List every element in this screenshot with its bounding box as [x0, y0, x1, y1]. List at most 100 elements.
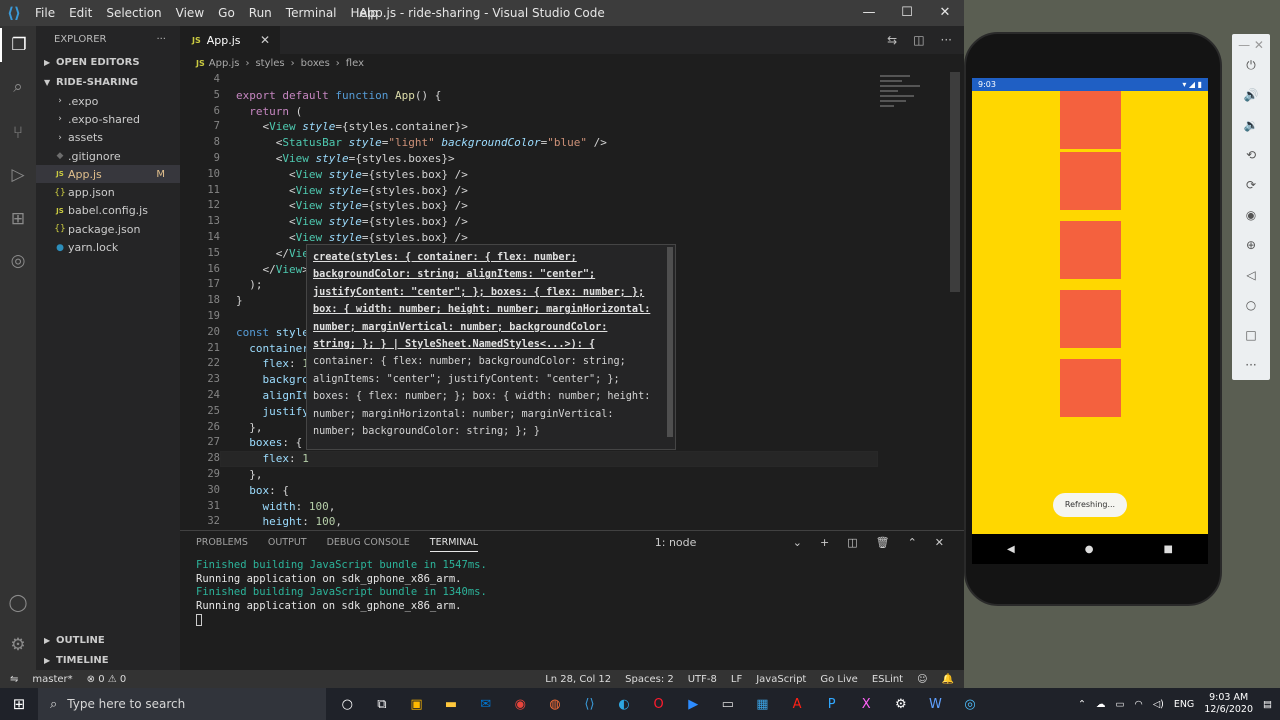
tab-problems[interactable]: PROBLEMS [196, 537, 248, 552]
volume-down-icon[interactable]: 🔉 [1232, 118, 1270, 132]
menu-terminal[interactable]: Terminal [279, 6, 344, 20]
problems-count[interactable]: ⊗ 0 ⚠ 0 [87, 674, 127, 685]
overview-icon[interactable]: □ [1232, 328, 1270, 342]
breadcrumb-styles[interactable]: styles [255, 58, 284, 69]
settings-gear-icon[interactable]: ⚙ [0, 628, 36, 662]
file-explorer-icon[interactable]: ▬ [434, 697, 469, 712]
menu-help[interactable]: Help [344, 6, 385, 20]
word-icon[interactable]: W [918, 697, 953, 712]
menu-file[interactable]: File [28, 6, 62, 20]
tree-item-assets[interactable]: › assets [36, 129, 180, 147]
git-branch[interactable]: master* [32, 674, 72, 685]
rotate-right-icon[interactable]: ⟳ [1232, 178, 1270, 192]
volume-up-icon[interactable]: 🔊 [1232, 88, 1270, 102]
split-terminal-icon[interactable]: ◫ [847, 536, 857, 549]
vpn-icon[interactable]: ◎ [953, 697, 988, 712]
go-live[interactable]: Go Live [820, 674, 857, 685]
remote-icon[interactable]: ◎ [0, 244, 36, 278]
new-terminal-icon[interactable]: + [820, 536, 829, 549]
tab-terminal[interactable]: TERMINAL [429, 537, 479, 552]
more-actions-icon[interactable]: ··· [941, 33, 952, 47]
store-icon[interactable]: ▣ [399, 697, 434, 712]
taskbar-search[interactable]: ⌕ Type here to search [38, 688, 326, 720]
terminal-icon[interactable]: ▭ [711, 697, 746, 712]
remote-icon[interactable]: ⇋ [10, 674, 18, 685]
project-section[interactable]: ▼ RIDE-SHARING [36, 72, 180, 92]
windows-start-icon[interactable]: ⊞ [0, 695, 38, 713]
menu-go[interactable]: Go [211, 6, 242, 20]
chevron-down-icon[interactable]: ⌄ [793, 536, 802, 549]
close-tab-icon[interactable]: ✕ [260, 33, 270, 47]
editor-scrollbar[interactable] [950, 72, 960, 292]
timeline-section[interactable]: ▶ TIMELINE [36, 650, 180, 670]
tab-output[interactable]: OUTPUT [268, 537, 307, 552]
vscode-icon[interactable]: ⟨⟩ [572, 697, 607, 712]
feedback-icon[interactable]: ☺ [917, 674, 927, 685]
menu-edit[interactable]: Edit [62, 6, 99, 20]
breadcrumb-boxes[interactable]: boxes [301, 58, 330, 69]
outline-section[interactable]: ▶ OUTLINE [36, 630, 180, 650]
source-control-icon[interactable]: ⑂ [0, 116, 36, 150]
tree-item-expo-shared[interactable]: › .expo-shared [36, 110, 180, 128]
battery-icon[interactable]: ▭ [1116, 699, 1125, 710]
tab-app-js[interactable]: JS App.js ✕ [180, 26, 280, 54]
zoom-icon[interactable]: ▶ [676, 697, 711, 712]
maximize-panel-icon[interactable]: ⌃ [908, 536, 917, 549]
power-icon[interactable]: ⏻ [1232, 58, 1270, 73]
minimize-icon[interactable]: — ✕ [1232, 38, 1270, 52]
mail-icon[interactable]: ✉ [468, 697, 503, 712]
package-icon[interactable]: ▦ [745, 697, 780, 712]
more-icon[interactable]: ··· [1232, 358, 1270, 372]
split-editor-icon[interactable]: ◫ [913, 33, 924, 47]
menu-selection[interactable]: Selection [99, 6, 168, 20]
recents-icon[interactable]: ■ [1164, 544, 1173, 555]
breadcrumb-flex[interactable]: flex [346, 58, 364, 69]
opera-icon[interactable]: O [641, 697, 676, 712]
minimap[interactable] [880, 72, 950, 132]
maximize-icon[interactable]: ☐ [888, 0, 926, 26]
tree-item-app-js[interactable]: JS App.js M [36, 165, 180, 184]
task-view-icon[interactable]: ⧉ [365, 697, 400, 712]
tab-debug-console[interactable]: DEBUG CONSOLE [327, 537, 410, 552]
notifications-icon[interactable]: 🔔 [942, 674, 954, 685]
tree-item-yarn-lock[interactable]: ● yarn.lock [36, 238, 180, 256]
photoshop-icon[interactable]: P [814, 697, 849, 712]
terminal-select[interactable]: 1: node [655, 536, 775, 549]
tree-item-app-json[interactable]: {} app.json [36, 183, 180, 201]
breadcrumb-file[interactable]: App.js [209, 58, 240, 69]
home-icon[interactable]: ○ [1232, 298, 1270, 312]
language-mode[interactable]: JavaScript [756, 674, 806, 685]
settings-icon[interactable]: ⚙ [884, 697, 919, 712]
open-changes-icon[interactable]: ⇆ [887, 33, 897, 47]
emulator-screen[interactable]: 9:03 ▾ ◢ ▮ Refreshing... [972, 78, 1208, 534]
acrobat-icon[interactable]: A [780, 697, 815, 712]
onedrive-icon[interactable]: ☁ [1096, 699, 1106, 710]
tree-item-package-json[interactable]: {} package.json [36, 220, 180, 238]
back-icon[interactable]: ◀ [1007, 544, 1015, 555]
close-icon[interactable]: ✕ [926, 0, 964, 26]
encoding[interactable]: UTF-8 [688, 674, 717, 685]
menu-view[interactable]: View [169, 6, 211, 20]
open-editors-section[interactable]: ▶ OPEN EDITORS [36, 52, 180, 72]
trash-icon[interactable]: 🗑 [876, 536, 890, 549]
taskbar-clock[interactable]: 9:03 AM 12/6/2020 [1204, 692, 1253, 716]
indentation[interactable]: Spaces: 2 [625, 674, 674, 685]
menu-run[interactable]: Run [242, 6, 279, 20]
cursor-position[interactable]: Ln 28, Col 12 [545, 674, 611, 685]
edge-icon[interactable]: ◐ [607, 697, 642, 712]
network-icon[interactable]: ◠ [1135, 699, 1143, 710]
run-debug-icon[interactable]: ▷ [0, 158, 36, 192]
tree-item-babel-config[interactable]: JS babel.config.js [36, 202, 180, 220]
home-icon[interactable]: ● [1085, 544, 1094, 555]
volume-icon[interactable]: ◁) [1153, 699, 1164, 710]
eslint-status[interactable]: ESLint [872, 674, 903, 685]
line-ending[interactable]: LF [731, 674, 742, 685]
search-icon[interactable]: ⌕ [0, 70, 36, 104]
cortana-icon[interactable]: ○ [330, 697, 365, 712]
chevron-up-icon[interactable]: ⌃ [1078, 699, 1086, 710]
tree-item-gitignore[interactable]: ◆ .gitignore [36, 147, 180, 165]
firefox-icon[interactable]: ◍ [538, 697, 573, 712]
xd-icon[interactable]: X [849, 697, 884, 712]
camera-icon[interactable]: ◉ [1232, 208, 1270, 222]
back-icon[interactable]: ◁ [1232, 268, 1270, 282]
